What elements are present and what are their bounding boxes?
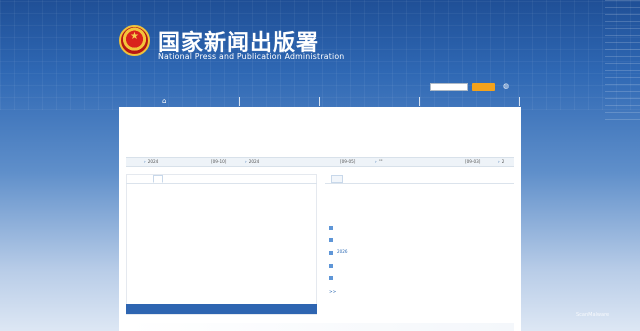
list-item[interactable]: 2026 — [337, 249, 487, 255]
left-tabs — [126, 174, 317, 184]
national-emblem — [119, 25, 150, 56]
ticker-date-1: [09-10] — [211, 159, 227, 164]
news-ticker: › 2024 [09-10] › 2024 [09-05] › "" [09-03] … — [126, 157, 514, 167]
ticker-title: 2 — [501, 159, 505, 164]
headline-summary[interactable] — [252, 140, 382, 147]
right-side-pattern — [605, 0, 640, 120]
arrow-right-icon: › — [375, 159, 377, 164]
nav-separator — [319, 97, 320, 106]
left-tab-2[interactable] — [153, 175, 163, 183]
headline[interactable] — [250, 121, 390, 131]
list-item[interactable] — [337, 224, 487, 230]
ticker-item-1[interactable]: › 2024 — [144, 159, 158, 164]
ticker-title: 2024 — [248, 159, 260, 164]
list-bullet-icon — [329, 251, 333, 255]
list-bullet-icon — [329, 264, 333, 268]
right-panel-title[interactable] — [327, 195, 507, 203]
search-input[interactable] — [430, 83, 468, 91]
right-tabs — [325, 174, 514, 184]
search-button[interactable] — [472, 83, 495, 91]
site-title-en: National Press and Publication Administr… — [158, 52, 345, 61]
list-bullet-icon — [329, 226, 333, 230]
ticker-item-4[interactable]: › 2 — [498, 159, 504, 164]
home-icon[interactable]: ⌂ — [162, 97, 166, 105]
ticker-item-3[interactable]: › "" — [375, 159, 383, 164]
nav-separator — [239, 97, 240, 106]
right-tab-2[interactable] — [362, 175, 372, 183]
arrow-right-icon: › — [245, 159, 247, 164]
left-tab-1[interactable] — [132, 175, 140, 183]
nav-separator — [419, 97, 420, 106]
list-item[interactable] — [337, 236, 487, 242]
ticker-date-3: [09-03] — [465, 159, 481, 164]
left-panel-footer[interactable] — [126, 304, 317, 314]
ticker-date-2: [09-05] — [340, 159, 356, 164]
ticker-title: 2024 — [147, 159, 159, 164]
wechat-icon[interactable]: ◍ — [503, 82, 513, 90]
right-tab-3[interactable] — [394, 175, 404, 183]
list-bullet-icon — [329, 276, 333, 280]
right-panel-description — [340, 209, 500, 215]
ticker-item-2[interactable]: › 2024 — [245, 159, 259, 164]
scanmalware-watermark: ScanMalware — [576, 312, 610, 318]
main-nav: ⌂ — [119, 97, 521, 107]
list-item[interactable] — [337, 274, 487, 280]
right-tab-1[interactable] — [331, 175, 343, 183]
arrow-right-icon: › — [498, 159, 500, 164]
more-link[interactable]: >> — [329, 290, 387, 297]
list-bullet-icon — [329, 238, 333, 242]
arrow-right-icon: › — [144, 159, 146, 164]
list-item[interactable] — [337, 262, 487, 268]
ticker-title: "" — [378, 159, 383, 164]
left-news-panel — [126, 174, 317, 315]
bottom-strip — [126, 323, 514, 331]
nav-separator — [519, 97, 520, 106]
